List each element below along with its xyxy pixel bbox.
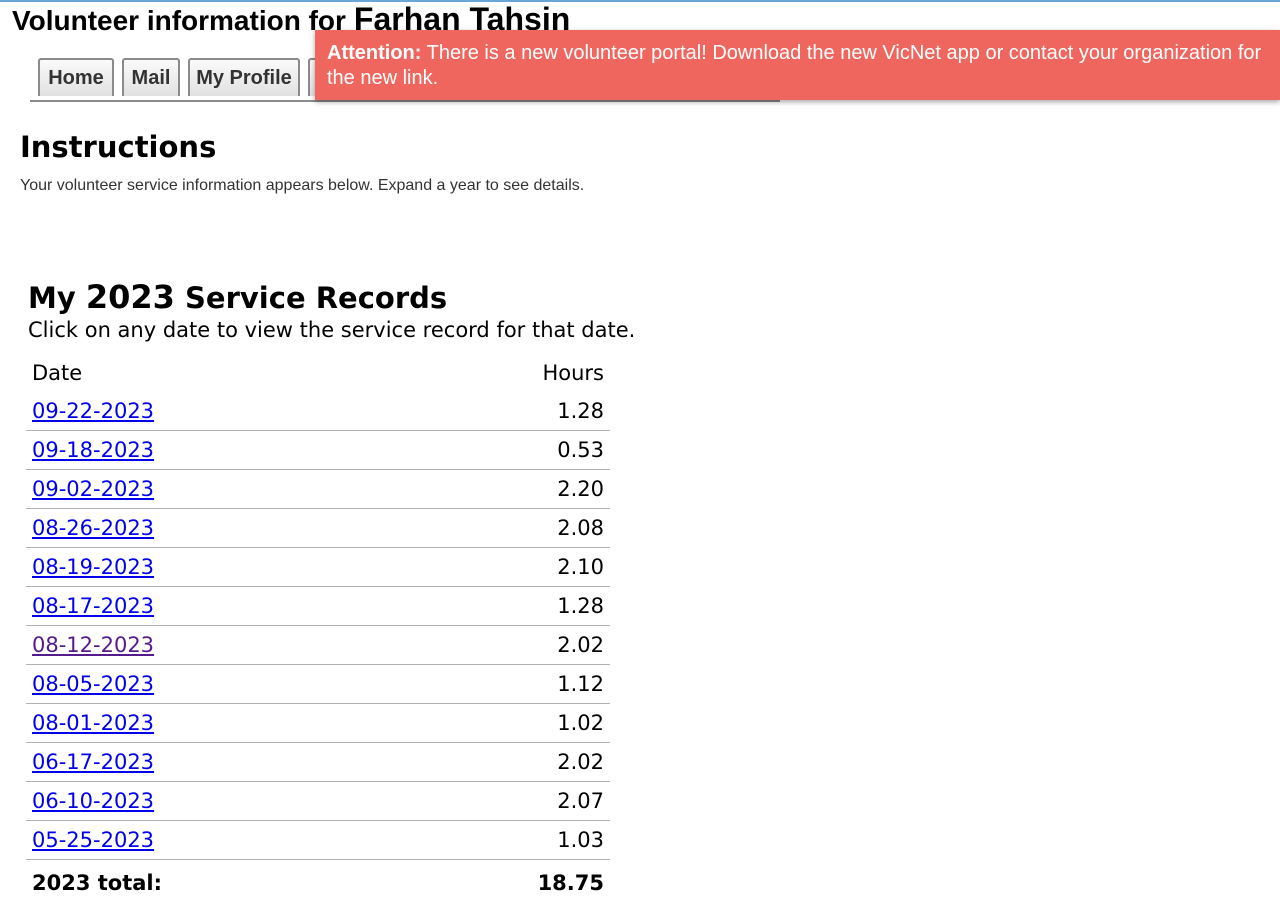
tab-mail[interactable]: Mail — [122, 58, 180, 96]
table-row: 05-25-2023 1.03 — [26, 820, 610, 860]
table-row: 06-17-2023 2.02 — [26, 742, 610, 782]
record-date-link[interactable]: 08-01-2023 — [32, 711, 154, 735]
record-date-cell: 08-01-2023 — [26, 703, 403, 743]
record-date-link[interactable]: 05-25-2023 — [32, 828, 154, 852]
record-date-cell: 08-12-2023 — [26, 625, 403, 665]
record-date-link[interactable]: 06-17-2023 — [32, 750, 154, 774]
total-row: 2023 total: 18.75 — [26, 860, 610, 907]
column-header-hours: Hours — [542, 361, 604, 385]
record-date-link[interactable]: 08-26-2023 — [32, 516, 154, 540]
record-hours-cell: 1.28 — [402, 586, 610, 626]
record-date-link[interactable]: 09-02-2023 — [32, 477, 154, 501]
instructions-heading: Instructions — [20, 130, 217, 164]
records-year: 2023 — [85, 278, 175, 316]
attention-alert-banner: Attention: There is a new volunteer port… — [315, 30, 1280, 100]
table-row: 08-19-2023 2.10 — [26, 547, 610, 587]
total-hours-value: 18.75 — [537, 871, 604, 895]
record-date-cell: 08-05-2023 — [26, 664, 403, 704]
service-records-table: Date Hours 09-22-2023 1.28 09-18-2023 0.53 0… — [26, 354, 610, 906]
record-hours-cell: 1.02 — [402, 703, 610, 743]
instructions-text: Your volunteer service information appea… — [20, 177, 585, 194]
tab-my-profile[interactable]: My Profile — [188, 58, 300, 96]
record-date-cell: 08-26-2023 — [26, 508, 403, 548]
table-row: 09-02-2023 2.20 — [26, 469, 610, 509]
record-date-link[interactable]: 08-12-2023 — [32, 633, 154, 657]
record-hours-cell: 2.07 — [402, 781, 610, 821]
table-header-row: Date Hours — [26, 354, 610, 392]
record-hours-cell: 1.12 — [402, 664, 610, 704]
page: Volunteer information for Farhan Tahsin H… — [0, 0, 1280, 916]
service-records-heading: My 2023 Service Records — [28, 278, 447, 317]
page-title-prefix: Volunteer information for — [12, 5, 346, 36]
table-row: 08-26-2023 2.08 — [26, 508, 610, 548]
table-row: 08-05-2023 1.12 — [26, 664, 610, 704]
record-date-cell: 06-17-2023 — [26, 742, 403, 782]
table-row: 06-10-2023 2.07 — [26, 781, 610, 821]
records-subtitle: Click on any date to view the service re… — [28, 318, 636, 342]
record-date-link[interactable]: 08-17-2023 — [32, 594, 154, 618]
record-hours-cell: 1.03 — [402, 820, 610, 860]
record-date-cell: 09-02-2023 — [26, 469, 403, 509]
record-date-cell: 05-25-2023 — [26, 820, 403, 860]
record-hours-cell: 2.20 — [402, 469, 610, 509]
record-date-link[interactable]: 09-22-2023 — [32, 399, 154, 423]
record-hours-cell: 2.10 — [402, 547, 610, 587]
column-header-date: Date — [32, 361, 83, 385]
record-hours-cell: 1.28 — [402, 392, 610, 431]
record-date-cell: 08-17-2023 — [26, 586, 403, 626]
record-date-cell: 09-18-2023 — [26, 430, 403, 470]
records-heading-suffix: Service Records — [185, 281, 448, 315]
alert-message: There is a new volunteer portal! Downloa… — [327, 42, 1262, 89]
record-date-link[interactable]: 09-18-2023 — [32, 438, 154, 462]
table-row: 08-01-2023 1.02 — [26, 703, 610, 743]
tab-home[interactable]: Home — [38, 58, 114, 96]
table-row: 09-22-2023 1.28 — [26, 392, 610, 431]
records-table-body: 09-22-2023 1.28 09-18-2023 0.53 09-02-2023 2.… — [26, 392, 610, 906]
total-label: 2023 total: — [32, 871, 163, 895]
record-date-cell: 09-22-2023 — [26, 392, 403, 431]
table-row: 09-18-2023 0.53 — [26, 430, 610, 470]
record-date-link[interactable]: 08-19-2023 — [32, 555, 154, 579]
alert-label: Attention: — [327, 42, 422, 64]
record-hours-cell: 2.02 — [402, 742, 610, 782]
record-date-cell: 08-19-2023 — [26, 547, 403, 587]
record-hours-cell: 2.02 — [402, 625, 610, 665]
table-row: 08-17-2023 1.28 — [26, 586, 610, 626]
table-row: 08-12-2023 2.02 — [26, 625, 610, 665]
record-date-link[interactable]: 08-05-2023 — [32, 672, 154, 696]
record-hours-cell: 0.53 — [402, 430, 610, 470]
record-date-cell: 06-10-2023 — [26, 781, 403, 821]
record-date-link[interactable]: 06-10-2023 — [32, 789, 154, 813]
record-hours-cell: 2.08 — [402, 508, 610, 548]
records-heading-prefix: My — [28, 281, 76, 315]
